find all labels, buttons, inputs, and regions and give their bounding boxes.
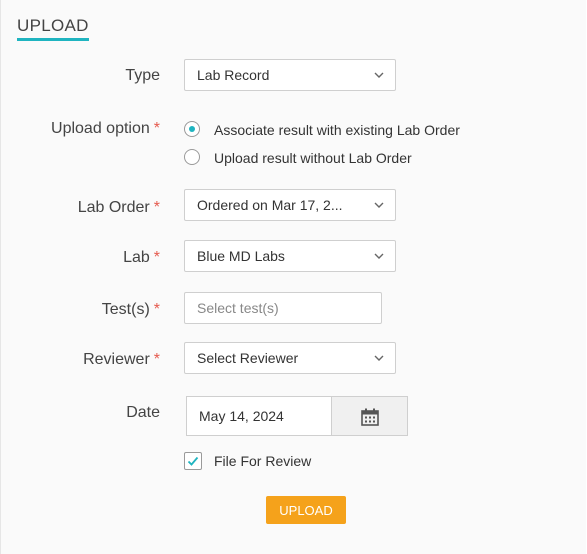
upload-option-label-text: Upload option bbox=[51, 120, 150, 137]
lab-order-select-value: Ordered on Mar 17, 2... bbox=[197, 197, 343, 213]
chevron-down-icon bbox=[374, 253, 384, 259]
type-select[interactable]: Lab Record bbox=[184, 59, 396, 91]
radio-button-selected[interactable] bbox=[184, 121, 200, 137]
radio-label: Upload result without Lab Order bbox=[214, 150, 412, 166]
lab-select[interactable]: Blue MD Labs bbox=[184, 240, 396, 272]
lab-order-select[interactable]: Ordered on Mar 17, 2... bbox=[184, 189, 396, 221]
required-mark: * bbox=[153, 301, 160, 318]
reviewer-label: Reviewer * bbox=[83, 351, 160, 369]
upload-option-label: Upload option * bbox=[51, 120, 160, 138]
radio-label: Associate result with existing Lab Order bbox=[214, 122, 460, 138]
date-label-text: Date bbox=[126, 404, 160, 421]
required-mark: * bbox=[153, 120, 160, 137]
lab-order-label: Lab Order * bbox=[78, 199, 160, 217]
reviewer-select[interactable]: Select Reviewer bbox=[184, 342, 396, 374]
upload-button[interactable]: UPLOAD bbox=[266, 496, 346, 524]
calendar-button[interactable] bbox=[331, 396, 408, 436]
lab-label: Lab * bbox=[123, 249, 160, 267]
chevron-down-icon bbox=[374, 355, 384, 361]
required-mark: * bbox=[153, 199, 160, 216]
lab-label-text: Lab bbox=[123, 249, 150, 266]
reviewer-label-text: Reviewer bbox=[83, 351, 150, 368]
type-select-value: Lab Record bbox=[197, 67, 270, 83]
page-title: UPLOAD bbox=[17, 16, 89, 35]
file-for-review-label: File For Review bbox=[214, 453, 312, 469]
tests-label: Test(s) * bbox=[102, 301, 160, 319]
required-mark: * bbox=[153, 351, 160, 368]
file-for-review-checkbox[interactable] bbox=[184, 452, 202, 470]
tests-input[interactable] bbox=[184, 292, 382, 324]
required-mark: * bbox=[153, 249, 160, 266]
reviewer-select-value: Select Reviewer bbox=[197, 350, 299, 366]
checkmark-icon bbox=[187, 456, 199, 466]
lab-order-label-text: Lab Order bbox=[77, 199, 150, 216]
chevron-down-icon bbox=[374, 72, 384, 78]
type-label-text: Type bbox=[125, 67, 160, 84]
chevron-down-icon bbox=[374, 202, 384, 208]
radio-button[interactable] bbox=[184, 149, 200, 165]
type-label: Type bbox=[125, 67, 160, 85]
lab-select-value: Blue MD Labs bbox=[197, 248, 285, 264]
tests-label-text: Test(s) bbox=[101, 301, 150, 318]
calendar-icon bbox=[361, 408, 379, 426]
upload-panel: UPLOAD Type Lab Record Upload option * As… bbox=[0, 0, 586, 554]
title-underline bbox=[17, 38, 89, 41]
date-input[interactable] bbox=[186, 396, 331, 436]
date-label: Date bbox=[126, 404, 160, 422]
